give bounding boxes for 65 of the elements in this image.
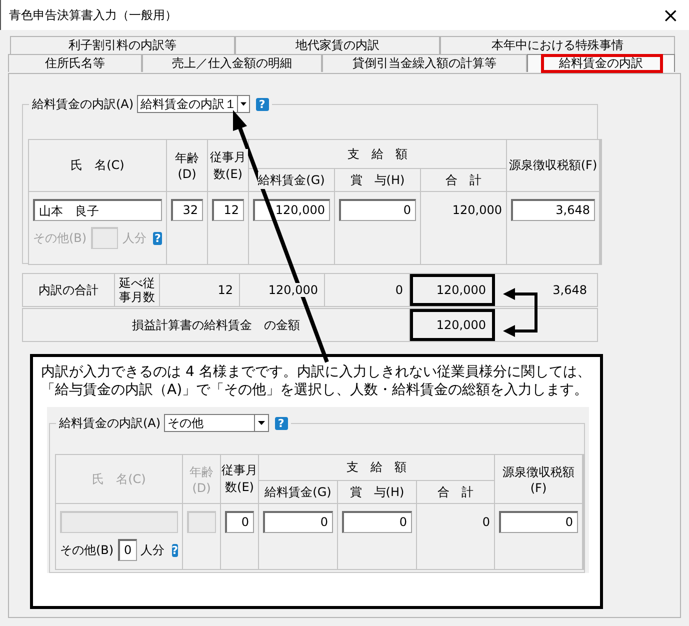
breakdown-label: 給料賃金の内訳(A) [59, 414, 161, 432]
total-value: 120,000 [451, 202, 502, 217]
column-header: 源泉徴収税額(F) [495, 455, 582, 503]
name-field[interactable] [60, 511, 178, 533]
column-header: 氏 名(C) [56, 455, 182, 503]
months-field[interactable]: 12 [212, 199, 244, 221]
tax-field[interactable]: 0 [499, 511, 578, 533]
total-value: 0 [481, 514, 490, 529]
months-label: 延べ従事月数 [115, 274, 160, 306]
age-field[interactable] [187, 511, 216, 533]
salary-field[interactable]: 0 [263, 511, 333, 533]
column-header: 給料賃金(G) [259, 481, 337, 503]
column-header: 合 計 [421, 169, 506, 191]
bracket-arrow [503, 288, 538, 337]
tab[interactable]: 利子割引料の内訳等 [10, 36, 235, 54]
name-field[interactable]: 山本 良子 [33, 199, 162, 221]
column-header: 従事月数(E) [208, 140, 248, 191]
breakdown-dropdown[interactable]: その他 [164, 414, 269, 432]
count-field[interactable]: 0 [118, 539, 137, 561]
pl-amount-label: 損益計算書の給料賃金 の金額 [23, 309, 410, 341]
column-group-header: 支 給 額 [259, 455, 494, 480]
callout-text: 内訳が入力できるのは 4 名様までです。内訳に入力しきれない従業員様分に関しては、 [41, 363, 592, 381]
caret-icon [236, 96, 249, 112]
tax-total: 3,648 [552, 282, 588, 299]
other-label: その他(B) [60, 542, 114, 558]
grand-total: 120,000 [410, 274, 495, 306]
help-icon[interactable]: ? [256, 98, 269, 110]
breakdown-dropdown[interactable]: 給料賃金の内訳１ [136, 95, 250, 113]
column-group-header: 支 給 額 [249, 140, 506, 168]
unit-label: 人分 [140, 542, 165, 558]
callout-text: 「給与賃金の内訳（A)」で「その他」を選択し、人数・給料賃金の総額を入力します。 [41, 381, 590, 399]
column-header: 氏 名(C) [29, 140, 166, 191]
pl-amount-value: 120,000 [410, 309, 495, 341]
months-total: 12 [160, 274, 240, 306]
salary-total: 120,000 [240, 274, 325, 306]
breakdown-label: 給料賃金の内訳(A) [32, 96, 134, 112]
totals-label: 内訳の合計 [23, 274, 115, 306]
tab[interactable]: 住所氏名等 [8, 54, 142, 72]
salary-field[interactable]: 120,000 [253, 199, 330, 221]
column-header: 従事月数(E) [221, 455, 258, 503]
column-header: 年齢(D) [167, 140, 207, 191]
bonus-field[interactable]: 0 [339, 199, 416, 221]
column-header: 合 計 [417, 481, 494, 503]
column-header: 賞 与(H) [338, 481, 416, 503]
column-header: 年齢(D) [183, 455, 220, 503]
tab[interactable]: 本年中における特殊事情 [440, 36, 675, 54]
column-header: 給料賃金(G) [249, 169, 334, 191]
months-field[interactable]: 0 [225, 511, 254, 533]
count-field[interactable] [90, 227, 118, 249]
tab[interactable]: 地代家賃の内訳 [235, 36, 440, 54]
tab[interactable]: 貸倒引当金繰入額の計算等 [322, 54, 527, 72]
bonus-field[interactable]: 0 [342, 511, 412, 533]
help-icon[interactable]: ? [172, 544, 178, 556]
bonus-total: 0 [325, 274, 410, 306]
unit-label: 人分 [122, 230, 146, 246]
tab[interactable]: 売上／仕入金額の明細 [142, 54, 322, 72]
column-header: 源泉徴収税額(F) [507, 140, 599, 191]
help-icon[interactable]: ? [274, 416, 288, 430]
tax-field[interactable]: 3,648 [511, 199, 595, 221]
other-label: その他(B) [33, 230, 87, 246]
caret-icon [254, 415, 268, 431]
age-field[interactable]: 32 [171, 199, 203, 221]
window-title: 青色申告決算書入力（一般用） [9, 6, 177, 24]
close-button[interactable]: × [662, 5, 679, 25]
column-header: 賞 与(H) [335, 169, 420, 191]
